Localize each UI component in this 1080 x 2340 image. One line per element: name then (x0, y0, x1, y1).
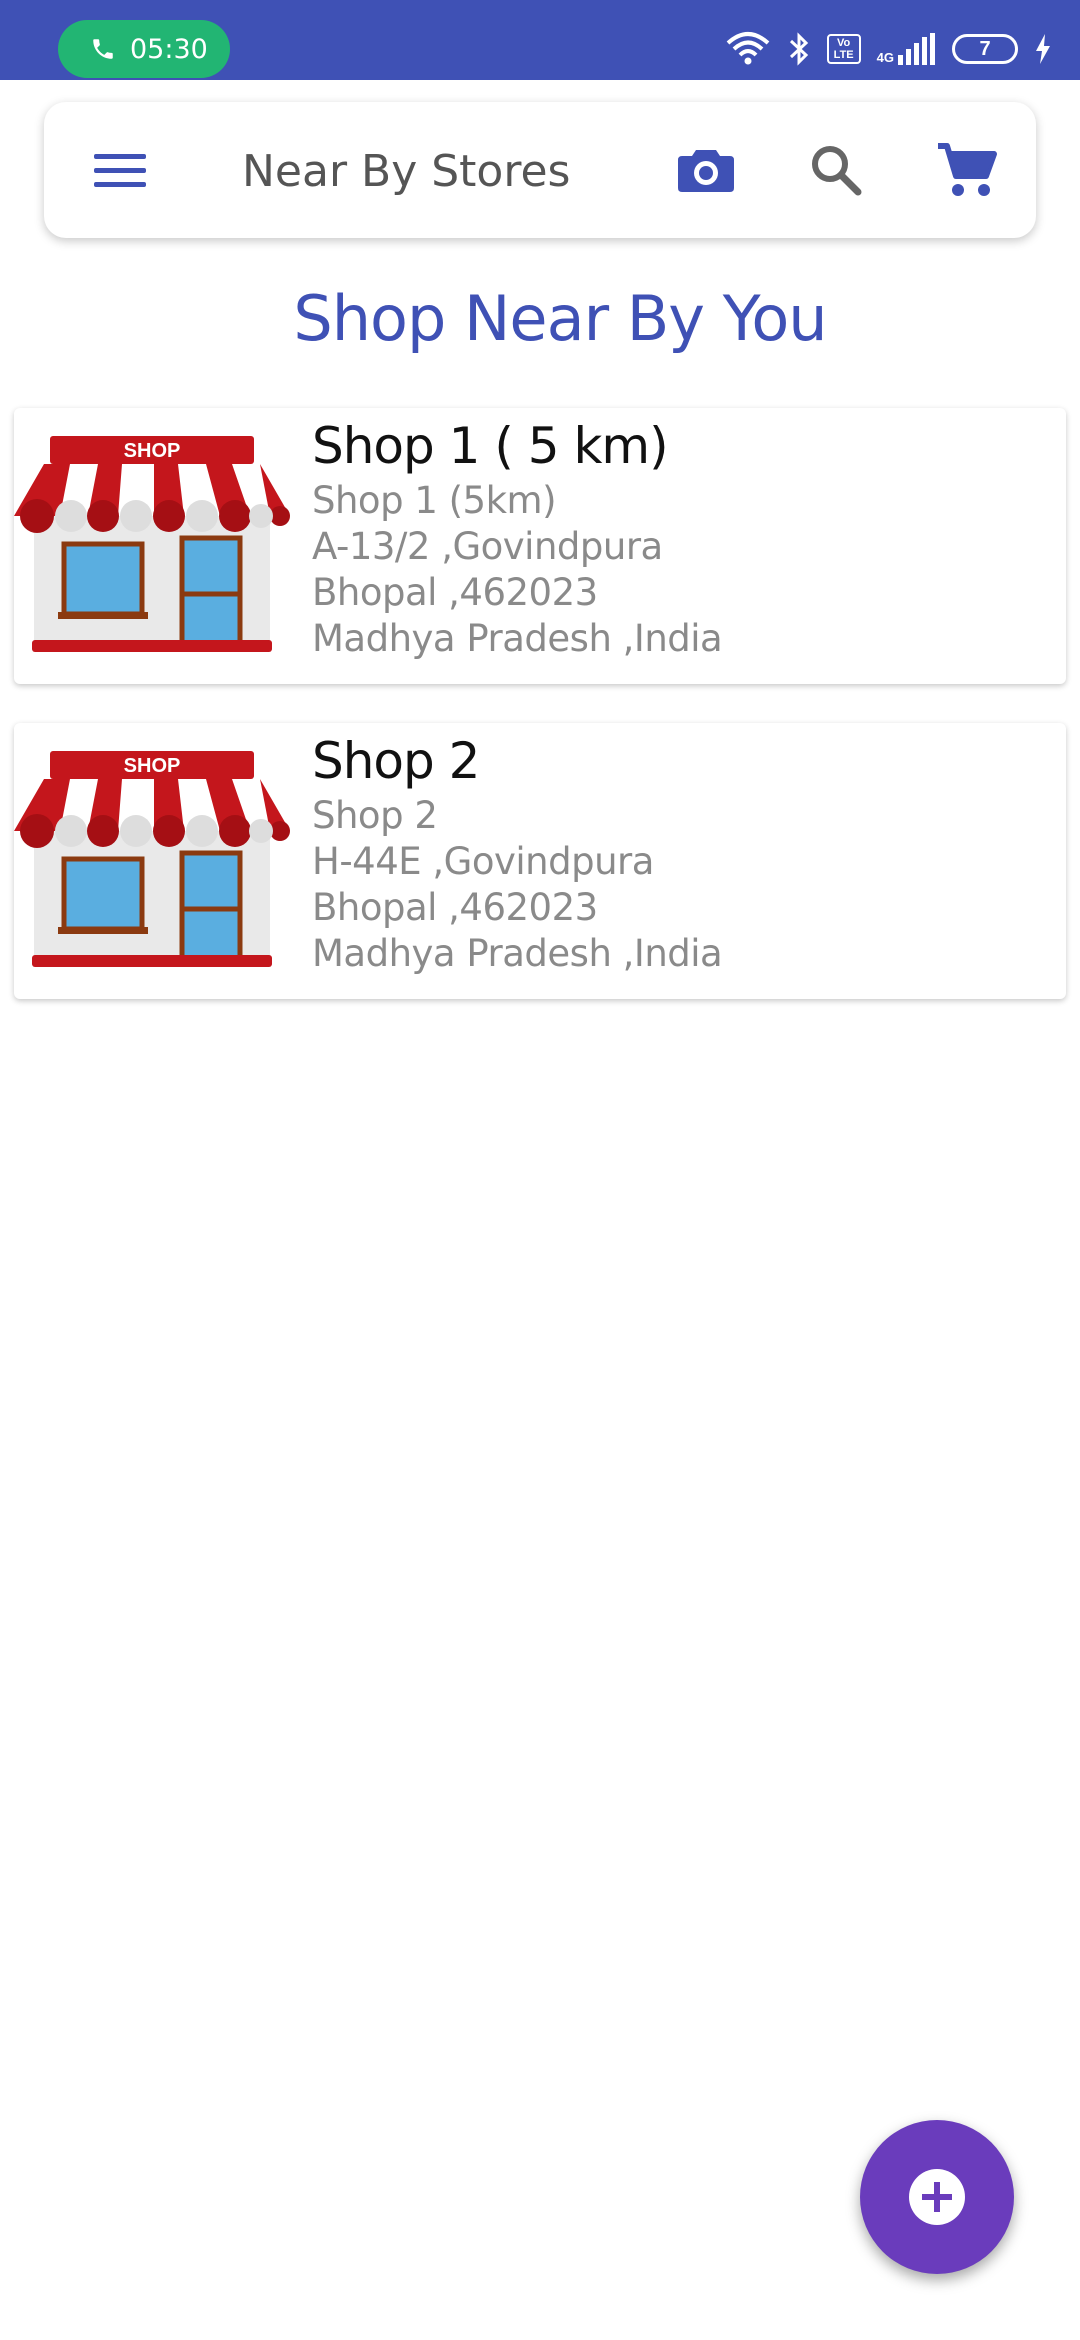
battery-icon: 7 (952, 34, 1018, 64)
shop-card[interactable]: SHOP Shop 2 Shop 2 H-44E ,Govindpura Bho… (14, 723, 1066, 999)
add-icon (909, 2169, 965, 2225)
shop-storefront-icon: SHOP (14, 751, 290, 967)
charging-icon (1036, 34, 1050, 64)
cart-icon (938, 143, 997, 196)
shop-name: Shop 1 ( 5 km) (312, 417, 669, 475)
shop-state: Madhya Pradesh ,India (312, 932, 723, 975)
top-app-bar: Near By Stores (44, 102, 1036, 238)
shop-address: H-44E ,Govindpura (312, 840, 654, 883)
shop-subtitle: Shop 2 (312, 794, 438, 837)
app-title: Near By Stores (242, 146, 571, 197)
search-button[interactable] (804, 138, 868, 202)
page-heading: Shop Near By You (293, 282, 827, 355)
shop-list: SHOP Shop 1 ( 5 km) Shop 1 (5km) A-13/2 … (14, 408, 1066, 1038)
shop-name: Shop 2 (312, 732, 480, 790)
bluetooth-icon (789, 32, 808, 66)
call-time: 05:30 (130, 33, 208, 65)
shop-address: A-13/2 ,Govindpura (312, 525, 663, 568)
status-bar: 05:30 Vo LTE 4G 7 (0, 0, 1080, 80)
volte-icon: Vo LTE (826, 34, 861, 64)
shop-state: Madhya Pradesh ,India (312, 617, 723, 660)
search-icon (812, 146, 862, 196)
camera-button[interactable] (674, 138, 738, 202)
menu-button[interactable] (92, 144, 148, 196)
network-type: 4G (876, 50, 894, 65)
ongoing-call-pill[interactable]: 05:30 (58, 20, 230, 78)
shop-storefront-icon: SHOP (14, 436, 290, 652)
wifi-icon (726, 32, 769, 65)
shop-sign-text: SHOP (124, 440, 181, 462)
shop-city: Bhopal ,462023 (312, 571, 598, 614)
shop-city: Bhopal ,462023 (312, 886, 598, 929)
shop-card[interactable]: SHOP Shop 1 ( 5 km) Shop 1 (5km) A-13/2 … (14, 408, 1066, 684)
phone-icon (93, 39, 113, 59)
shop-subtitle: Shop 1 (5km) (312, 479, 557, 522)
cart-button[interactable] (934, 138, 998, 202)
camera-icon (678, 150, 734, 192)
signal-icon: 4G (877, 33, 936, 65)
shop-sign-text: SHOP (124, 755, 181, 777)
battery-level: 7 (979, 38, 991, 60)
add-shop-fab[interactable] (860, 2120, 1014, 2274)
